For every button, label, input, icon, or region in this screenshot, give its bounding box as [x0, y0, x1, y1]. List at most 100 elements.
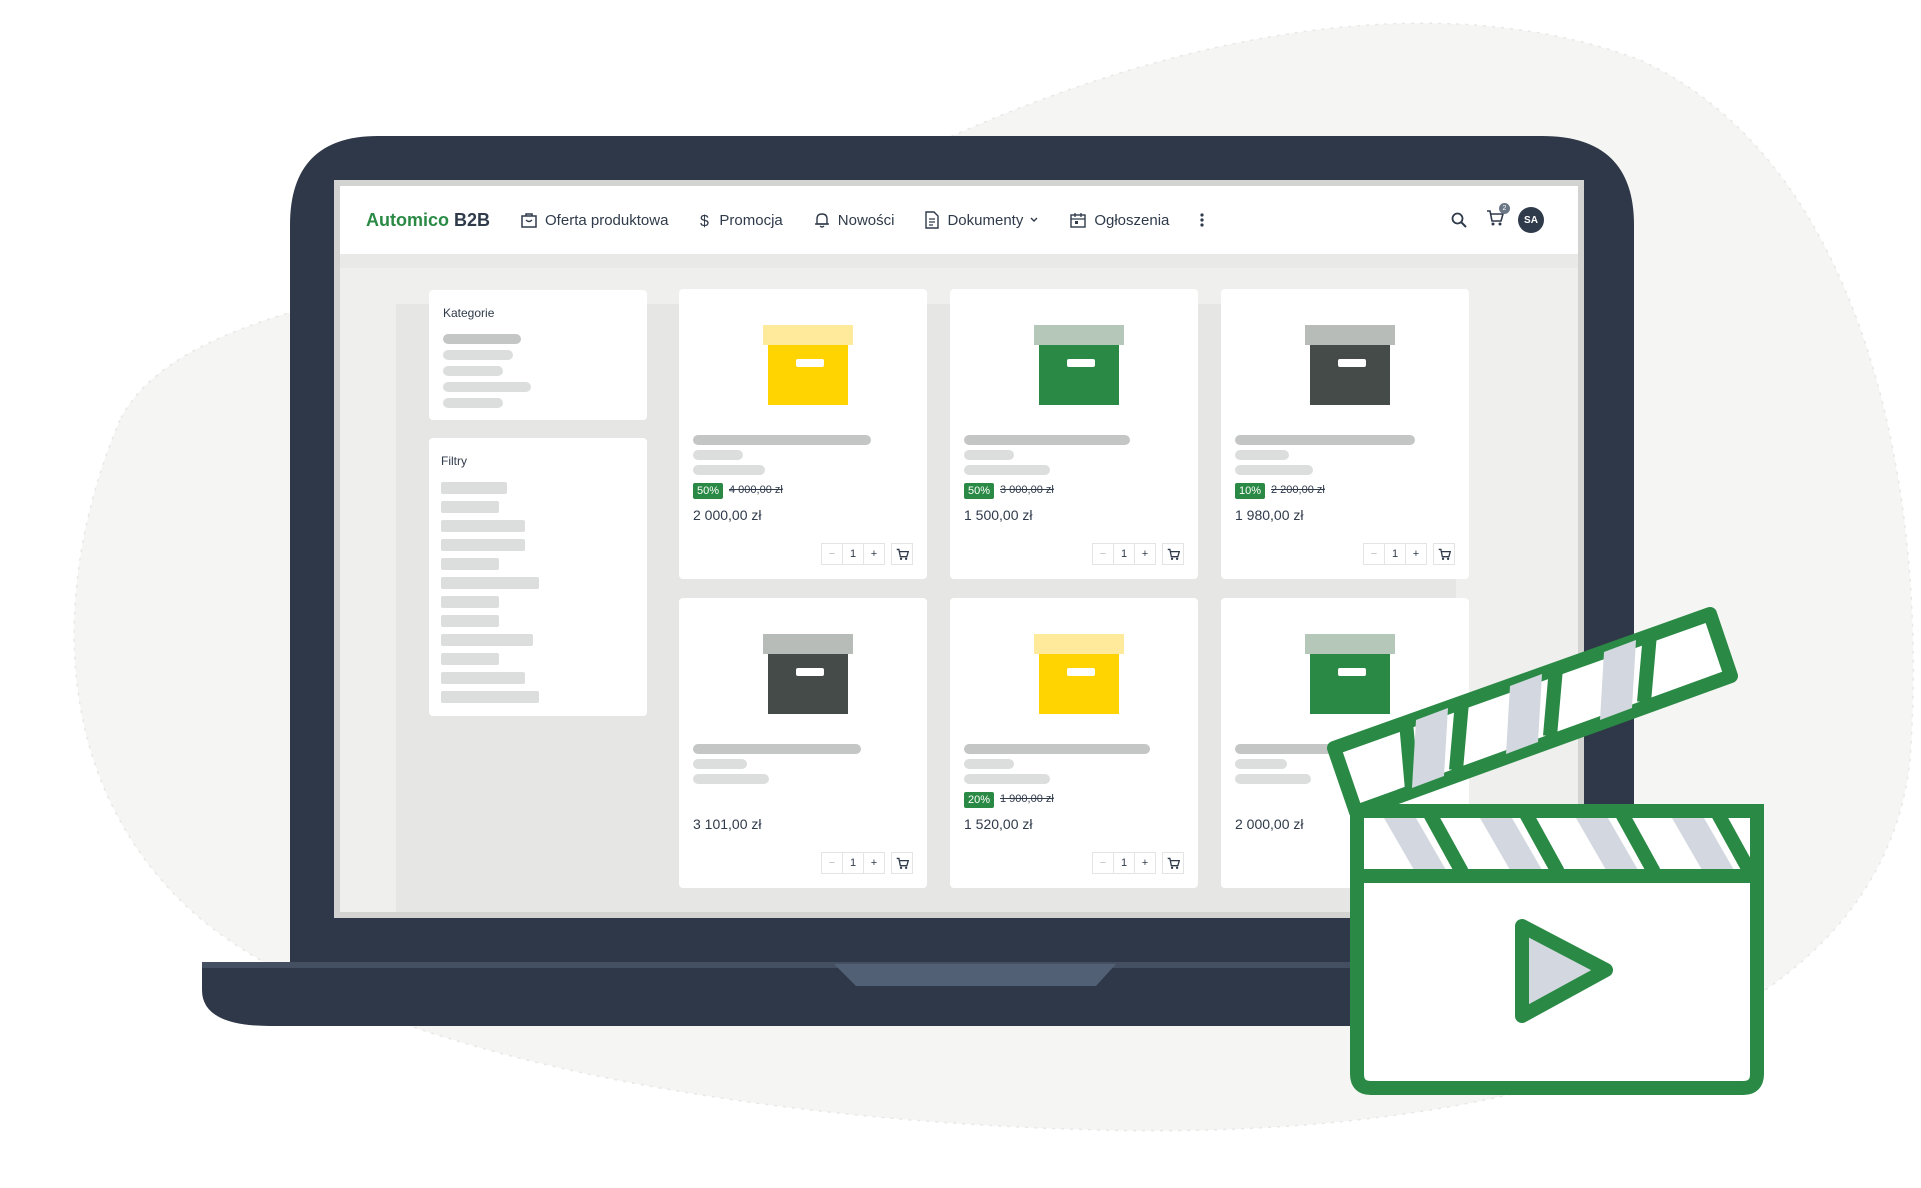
nav-item-nowosci[interactable]: Nowości [813, 211, 894, 229]
category-placeholder[interactable] [443, 398, 503, 408]
filters-panel: Filtry [429, 438, 647, 716]
quantity-input[interactable]: 1 [842, 852, 864, 874]
add-to-cart-button[interactable] [891, 852, 913, 874]
quantity-input[interactable]: 1 [1384, 543, 1406, 565]
product-card[interactable]: 50% 3 000,00 zł 1 500,00 zł − 1 + [950, 289, 1198, 579]
discount-badge: 50% [964, 483, 995, 499]
product-card[interactable]: 10% 2 200,00 zł 1 980,00 zł − 1 + [1221, 289, 1469, 579]
nav-item-promocja[interactable]: $ Promocja [698, 211, 782, 230]
top-navbar: Automico B2B Oferta produktowa $ Promocj… [340, 186, 1578, 268]
product-image-box-icon[interactable] [763, 325, 853, 405]
product-image-box-icon[interactable] [763, 634, 853, 714]
filter-placeholder[interactable] [441, 520, 525, 532]
product-card[interactable]: 50% 4 000,00 zł 2 000,00 zł − 1 + [679, 289, 927, 579]
product-image-box-icon[interactable] [1034, 634, 1124, 714]
filter-placeholder[interactable] [441, 558, 499, 570]
discount-badge: 50% [693, 483, 724, 499]
increment-button[interactable]: + [1405, 852, 1427, 874]
more-menu-button[interactable] [1199, 211, 1212, 229]
product-meta-placeholder [693, 465, 765, 475]
dollar-icon: $ [700, 213, 709, 229]
nav-label: Oferta produktowa [545, 211, 669, 229]
product-image-box-icon[interactable] [1305, 325, 1395, 405]
filter-placeholder[interactable] [441, 615, 499, 627]
category-placeholder[interactable] [443, 350, 513, 360]
decrement-button[interactable]: − [1092, 543, 1114, 565]
cart-icon [896, 857, 909, 869]
filter-placeholder[interactable] [441, 672, 525, 684]
increment-button[interactable]: + [1134, 543, 1156, 565]
add-to-cart-button[interactable] [1433, 543, 1455, 565]
nav-label: Ogłoszenia [1094, 211, 1170, 229]
add-to-cart-button[interactable] [1433, 852, 1455, 874]
product-meta-placeholder [964, 759, 1014, 769]
nav-item-dokumenty[interactable]: Dokumenty [924, 211, 1039, 229]
product-meta-placeholder [964, 450, 1014, 460]
increment-button[interactable]: + [863, 852, 885, 874]
decrement-button[interactable]: − [821, 543, 843, 565]
product-meta-placeholder [1235, 465, 1313, 475]
product-name-placeholder[interactable] [1235, 435, 1415, 445]
filter-placeholder[interactable] [441, 577, 539, 589]
nav-label: Dokumenty [947, 211, 1024, 229]
increment-button[interactable]: + [1134, 852, 1156, 874]
filter-placeholder[interactable] [441, 691, 539, 703]
quantity-input[interactable]: 1 [842, 543, 864, 565]
header-actions: 2 SA [1450, 186, 1544, 254]
category-placeholder[interactable] [443, 334, 521, 344]
cart-icon [1167, 857, 1180, 869]
product-name-placeholder[interactable] [964, 435, 1130, 445]
cart-count-badge: 2 [1499, 202, 1510, 214]
decrement-button[interactable]: − [1363, 852, 1385, 874]
product-price: 2 000,00 zł [693, 507, 762, 523]
product-name-placeholder[interactable] [693, 435, 871, 445]
decrement-button[interactable]: − [1363, 543, 1385, 565]
product-card[interactable]: 2 000,00 zł − 1 + [1221, 598, 1469, 888]
category-placeholder[interactable] [443, 382, 531, 392]
quantity-input[interactable]: 1 [1384, 852, 1406, 874]
increment-button[interactable]: + [1405, 543, 1427, 565]
nav-item-oferta[interactable]: Oferta produktowa [520, 211, 668, 229]
decrement-button[interactable]: − [821, 852, 843, 874]
filter-placeholder[interactable] [441, 634, 533, 646]
filter-placeholder[interactable] [441, 596, 499, 608]
quantity-stepper: − 1 + [1363, 852, 1455, 874]
discount-badge: 20% [964, 792, 995, 808]
filter-placeholder[interactable] [441, 501, 499, 513]
product-card[interactable]: 20% 1 900,00 zł 1 520,00 zł − 1 + [950, 598, 1198, 888]
product-price: 3 101,00 zł [693, 816, 762, 832]
filter-placeholder[interactable] [441, 539, 525, 551]
decrement-button[interactable]: − [1092, 852, 1114, 874]
quantity-input[interactable]: 1 [1113, 543, 1135, 565]
product-image-box-icon[interactable] [1305, 634, 1395, 714]
quantity-stepper: − 1 + [821, 852, 913, 874]
product-meta-placeholder [693, 759, 747, 769]
product-meta-placeholder [964, 465, 1050, 475]
filters-title: Filtry [441, 454, 467, 468]
product-name-placeholder[interactable] [1235, 744, 1405, 754]
discount-badge: 10% [1235, 483, 1266, 499]
filter-placeholder[interactable] [441, 653, 499, 665]
search-icon[interactable] [1450, 211, 1468, 229]
old-price: 4 000,00 zł [729, 484, 783, 496]
app-screen: Automico B2B Oferta produktowa $ Promocj… [334, 180, 1584, 918]
add-to-cart-button[interactable] [1162, 543, 1184, 565]
nav-item-ogloszenia[interactable]: Ogłoszenia [1069, 211, 1169, 229]
cart-icon [1438, 548, 1451, 560]
quantity-input[interactable]: 1 [1113, 852, 1135, 874]
avatar[interactable]: SA [1518, 207, 1544, 233]
product-card[interactable]: 3 101,00 zł − 1 + [679, 598, 927, 888]
category-placeholder[interactable] [443, 366, 503, 376]
product-image-box-icon[interactable] [1034, 325, 1124, 405]
cart-icon [1438, 857, 1451, 869]
product-meta-placeholder [1235, 774, 1311, 784]
logo[interactable]: Automico B2B [366, 210, 490, 231]
cart-button[interactable]: 2 [1486, 202, 1510, 232]
product-name-placeholder[interactable] [964, 744, 1150, 754]
add-to-cart-button[interactable] [891, 543, 913, 565]
add-to-cart-button[interactable] [1162, 852, 1184, 874]
product-name-placeholder[interactable] [693, 744, 861, 754]
product-price: 2 000,00 zł [1235, 816, 1304, 832]
filter-placeholder[interactable] [441, 482, 507, 494]
increment-button[interactable]: + [863, 543, 885, 565]
